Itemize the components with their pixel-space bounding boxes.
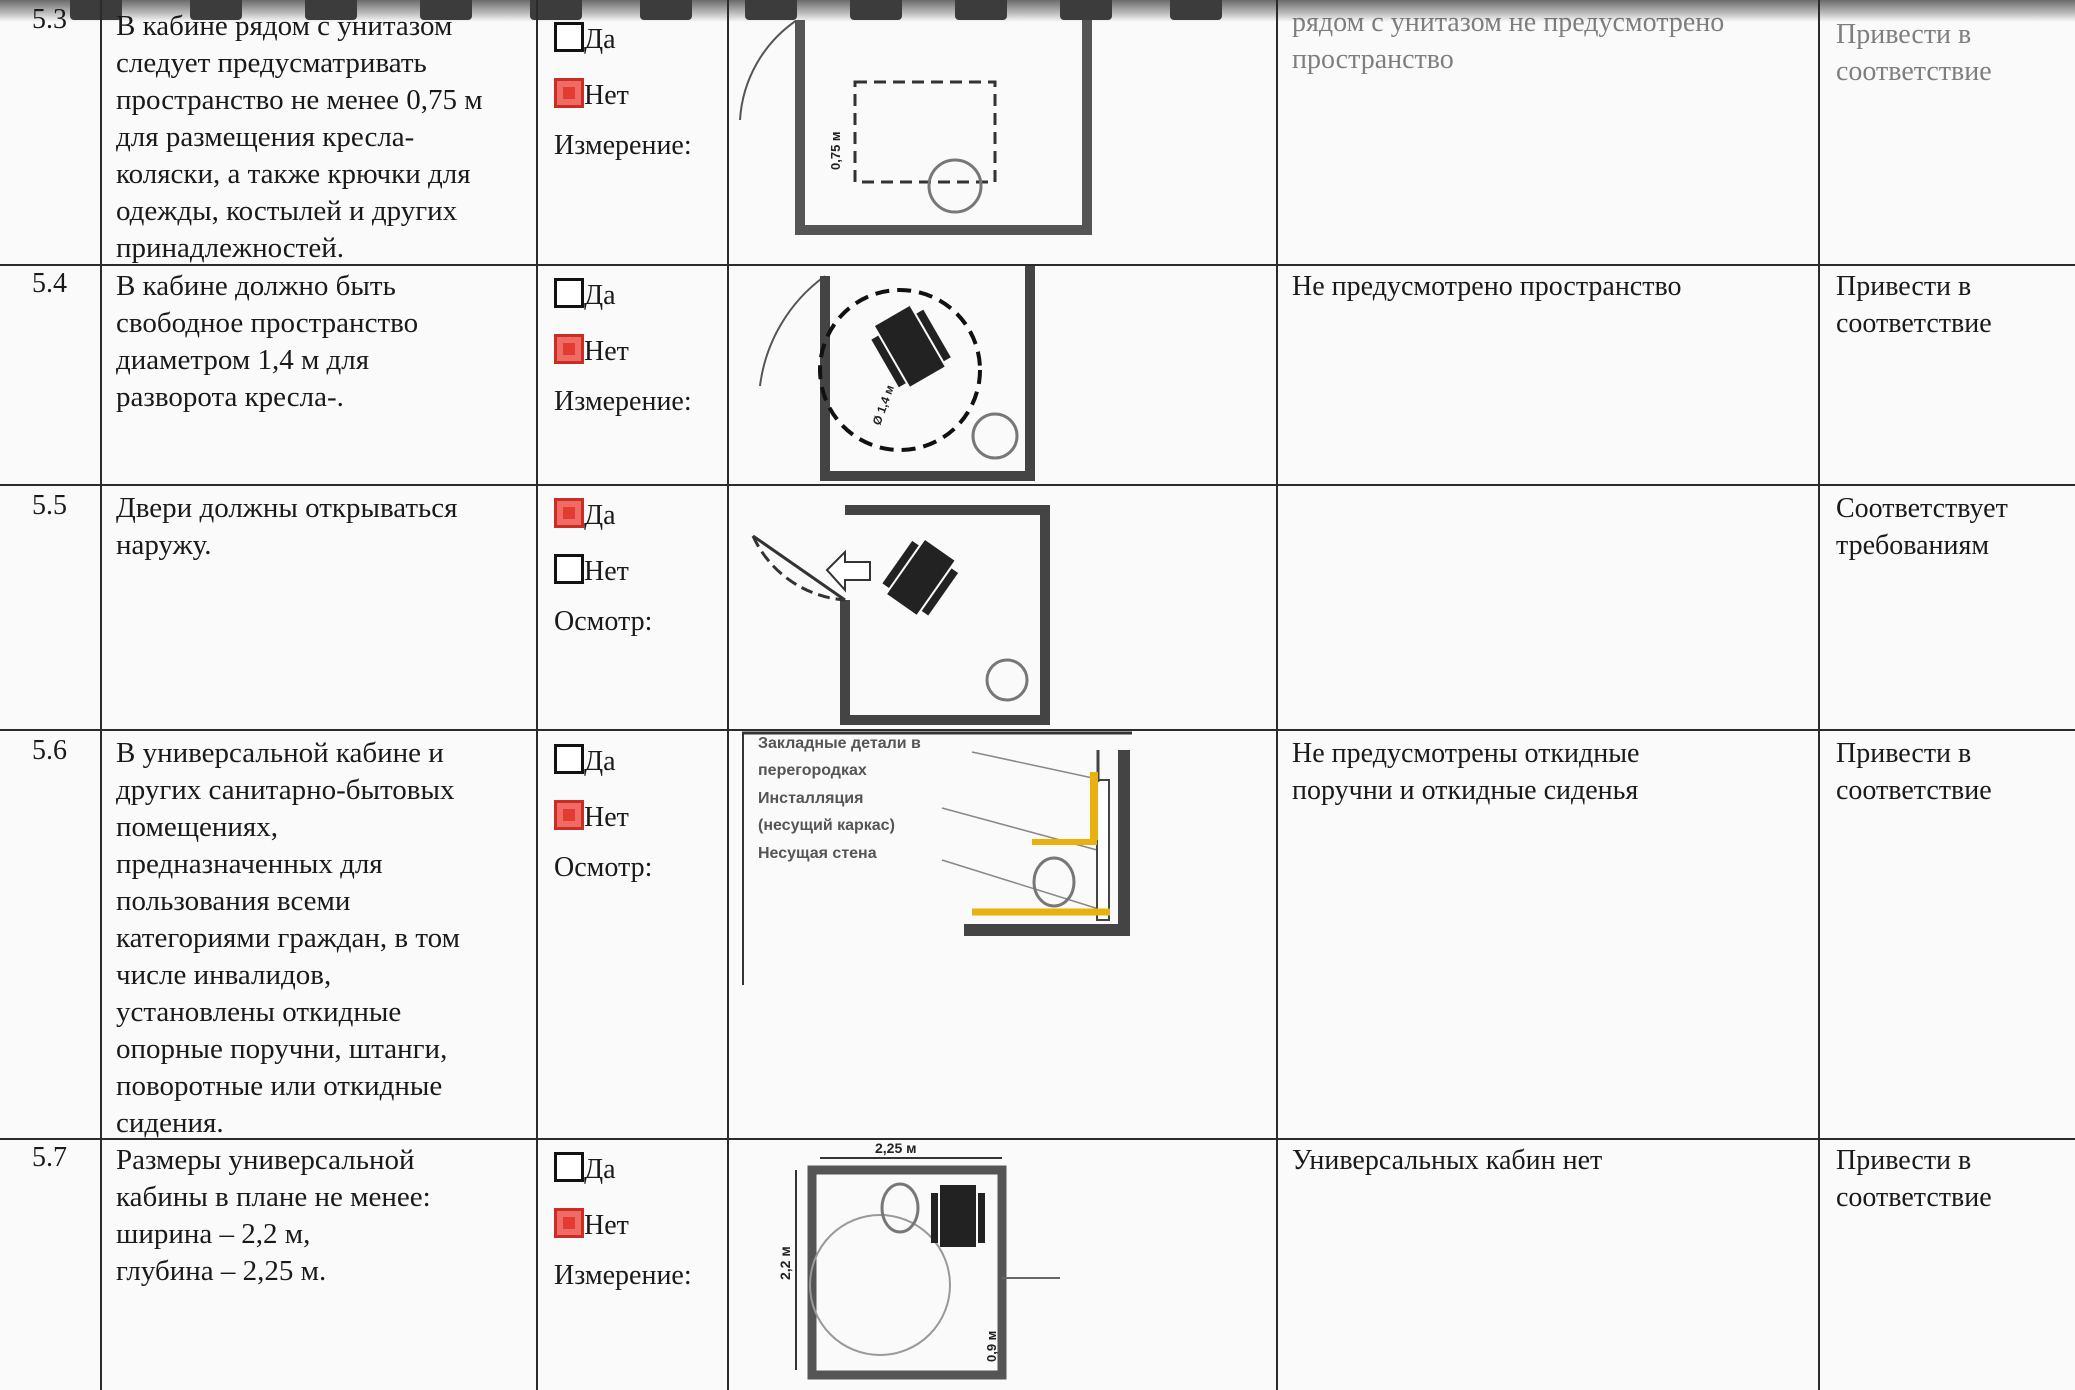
leader-line bbox=[971, 751, 1103, 781]
document-page: 5.3 В кабине рядом с унитазом следует пр… bbox=[0, 0, 2075, 1390]
figure-turning-circle: Ø 1,4 м bbox=[759, 266, 1035, 481]
row-number: 5.5 bbox=[32, 490, 67, 521]
binder-ring bbox=[1060, 0, 1112, 20]
toilet-icon bbox=[971, 412, 1019, 460]
row-number: 5.4 bbox=[32, 268, 67, 299]
toilet-icon bbox=[985, 658, 1029, 702]
table-column-border bbox=[727, 0, 729, 1390]
checkbox-yes[interactable] bbox=[554, 498, 584, 528]
arrow-left-icon bbox=[825, 549, 871, 593]
checkbox-no-label: Нет bbox=[584, 556, 629, 587]
status-text: Привести в соответствие bbox=[1836, 19, 1992, 87]
checkbox-no-label: Нет bbox=[584, 802, 629, 833]
requirement-text: В универсальной кабине и других санитарн… bbox=[116, 737, 460, 1139]
table-column-border bbox=[1818, 0, 1820, 1390]
checkbox-yes[interactable] bbox=[554, 1152, 584, 1182]
figure-toilet-side-space: 0,75 м bbox=[739, 20, 1092, 235]
wheelchair-icon bbox=[882, 540, 959, 616]
door-swing-arc bbox=[739, 20, 798, 121]
binder-ring bbox=[70, 0, 122, 20]
finding-note: рядом с унитазом не предусмотрено простр… bbox=[1292, 7, 1725, 75]
dimension-label: 2,2 м bbox=[777, 1246, 793, 1280]
figure-label: Инсталляция bbox=[758, 790, 863, 807]
checkbox-yes-label: Да bbox=[584, 1154, 616, 1185]
leader-line bbox=[941, 859, 1103, 911]
toilet-icon bbox=[1032, 856, 1076, 908]
checkbox-no-label: Нет bbox=[584, 1210, 629, 1241]
figure-label: перегородках bbox=[758, 762, 867, 779]
cabin-walls bbox=[795, 20, 1092, 235]
checkbox-no-label: Нет bbox=[584, 336, 629, 367]
binder-ring bbox=[955, 0, 1007, 20]
row-number: 5.3 bbox=[32, 4, 67, 35]
check-options: Да Нет Измерение: bbox=[554, 1152, 692, 1292]
checkbox-no[interactable] bbox=[554, 554, 584, 584]
installation-frame bbox=[1096, 779, 1110, 921]
checkbox-no[interactable] bbox=[554, 800, 584, 830]
row-number: 5.7 bbox=[32, 1142, 67, 1173]
check-options: Да Нет Осмотр: bbox=[554, 744, 652, 884]
method-label: Осмотр: bbox=[554, 606, 653, 637]
check-options: Да Нет Измерение: bbox=[554, 278, 692, 418]
method-label: Измерение: bbox=[554, 1260, 692, 1291]
checkbox-yes-label: Да bbox=[584, 24, 616, 55]
table-column-border bbox=[536, 0, 538, 1390]
turning-circle bbox=[809, 1214, 951, 1356]
status-text: Соответствует требованиям bbox=[1836, 493, 2008, 561]
checkbox-yes-label: Да bbox=[584, 500, 616, 531]
check-options: Да Нет Измерение: bbox=[554, 22, 692, 162]
table-row-border bbox=[0, 484, 2075, 486]
method-label: Осмотр: bbox=[554, 852, 653, 883]
checkbox-yes[interactable] bbox=[554, 278, 584, 308]
requirement-text: В кабине рядом с унитазом следует предус… bbox=[116, 10, 483, 264]
wheelchair-icon bbox=[931, 1185, 985, 1247]
status-text: Привести в соответствие bbox=[1836, 1145, 1992, 1213]
figure-label: Несущая стена bbox=[758, 845, 877, 862]
dimension-label: Ø 1,4 м bbox=[870, 383, 897, 427]
dimension-label: 0,9 м bbox=[984, 1331, 999, 1362]
toilet-icon bbox=[880, 1182, 920, 1234]
figure-label: (несущий каркас) bbox=[758, 817, 895, 834]
table-column-border bbox=[100, 0, 102, 1390]
door-swing-arc bbox=[759, 275, 826, 387]
finding-note: Универсальных кабин нет bbox=[1292, 1145, 1603, 1176]
finding-note: Не предусмотрено пространство bbox=[1292, 271, 1682, 302]
method-label: Измерение: bbox=[554, 386, 692, 417]
figure-grab-rails: Закладные детали в перегородках Инсталля… bbox=[742, 731, 1132, 985]
checkbox-yes-label: Да bbox=[584, 746, 616, 777]
requirement-text: В кабине должно быть свободное пространс… bbox=[116, 270, 419, 413]
checkbox-no[interactable] bbox=[554, 78, 584, 108]
requirement-text: Двери должны открываться наружу. bbox=[116, 492, 458, 561]
method-label: Измерение: bbox=[554, 130, 692, 161]
status-text: Привести в соответствие bbox=[1836, 738, 1992, 806]
status-text: Привести в соответствие bbox=[1836, 271, 1992, 339]
binder-ring bbox=[745, 0, 797, 20]
finding-note: Не предусмотрены откидные поручни и отки… bbox=[1292, 738, 1640, 806]
binder-ring bbox=[1170, 0, 1222, 20]
binder-ring bbox=[850, 0, 902, 20]
requirement-text: Размеры универсальной кабины в плане не … bbox=[116, 1144, 431, 1287]
checkbox-no-label: Нет bbox=[584, 80, 629, 111]
figure-door-outward bbox=[751, 505, 1050, 725]
checkbox-no[interactable] bbox=[554, 334, 584, 364]
dimension-label: 2,25 м bbox=[875, 1140, 917, 1156]
binder-ring bbox=[640, 0, 692, 20]
dimension-label: 0,75 м bbox=[828, 131, 843, 170]
row-number: 5.6 bbox=[32, 735, 67, 766]
checkbox-yes[interactable] bbox=[554, 744, 584, 774]
cabin-walls bbox=[840, 505, 1050, 725]
checkbox-yes[interactable] bbox=[554, 22, 584, 52]
check-options: Да Нет Осмотр: bbox=[554, 498, 652, 638]
toilet-icon bbox=[927, 158, 983, 214]
figure-label: Закладные детали в bbox=[758, 735, 921, 752]
checkbox-yes-label: Да bbox=[584, 280, 616, 311]
checkbox-no[interactable] bbox=[554, 1208, 584, 1238]
wheelchair-icon bbox=[871, 306, 951, 388]
table-column-border bbox=[1276, 0, 1278, 1390]
figure-cabin-dimensions: 2,25 м 2,2 м 0,9 м bbox=[777, 1140, 1060, 1380]
